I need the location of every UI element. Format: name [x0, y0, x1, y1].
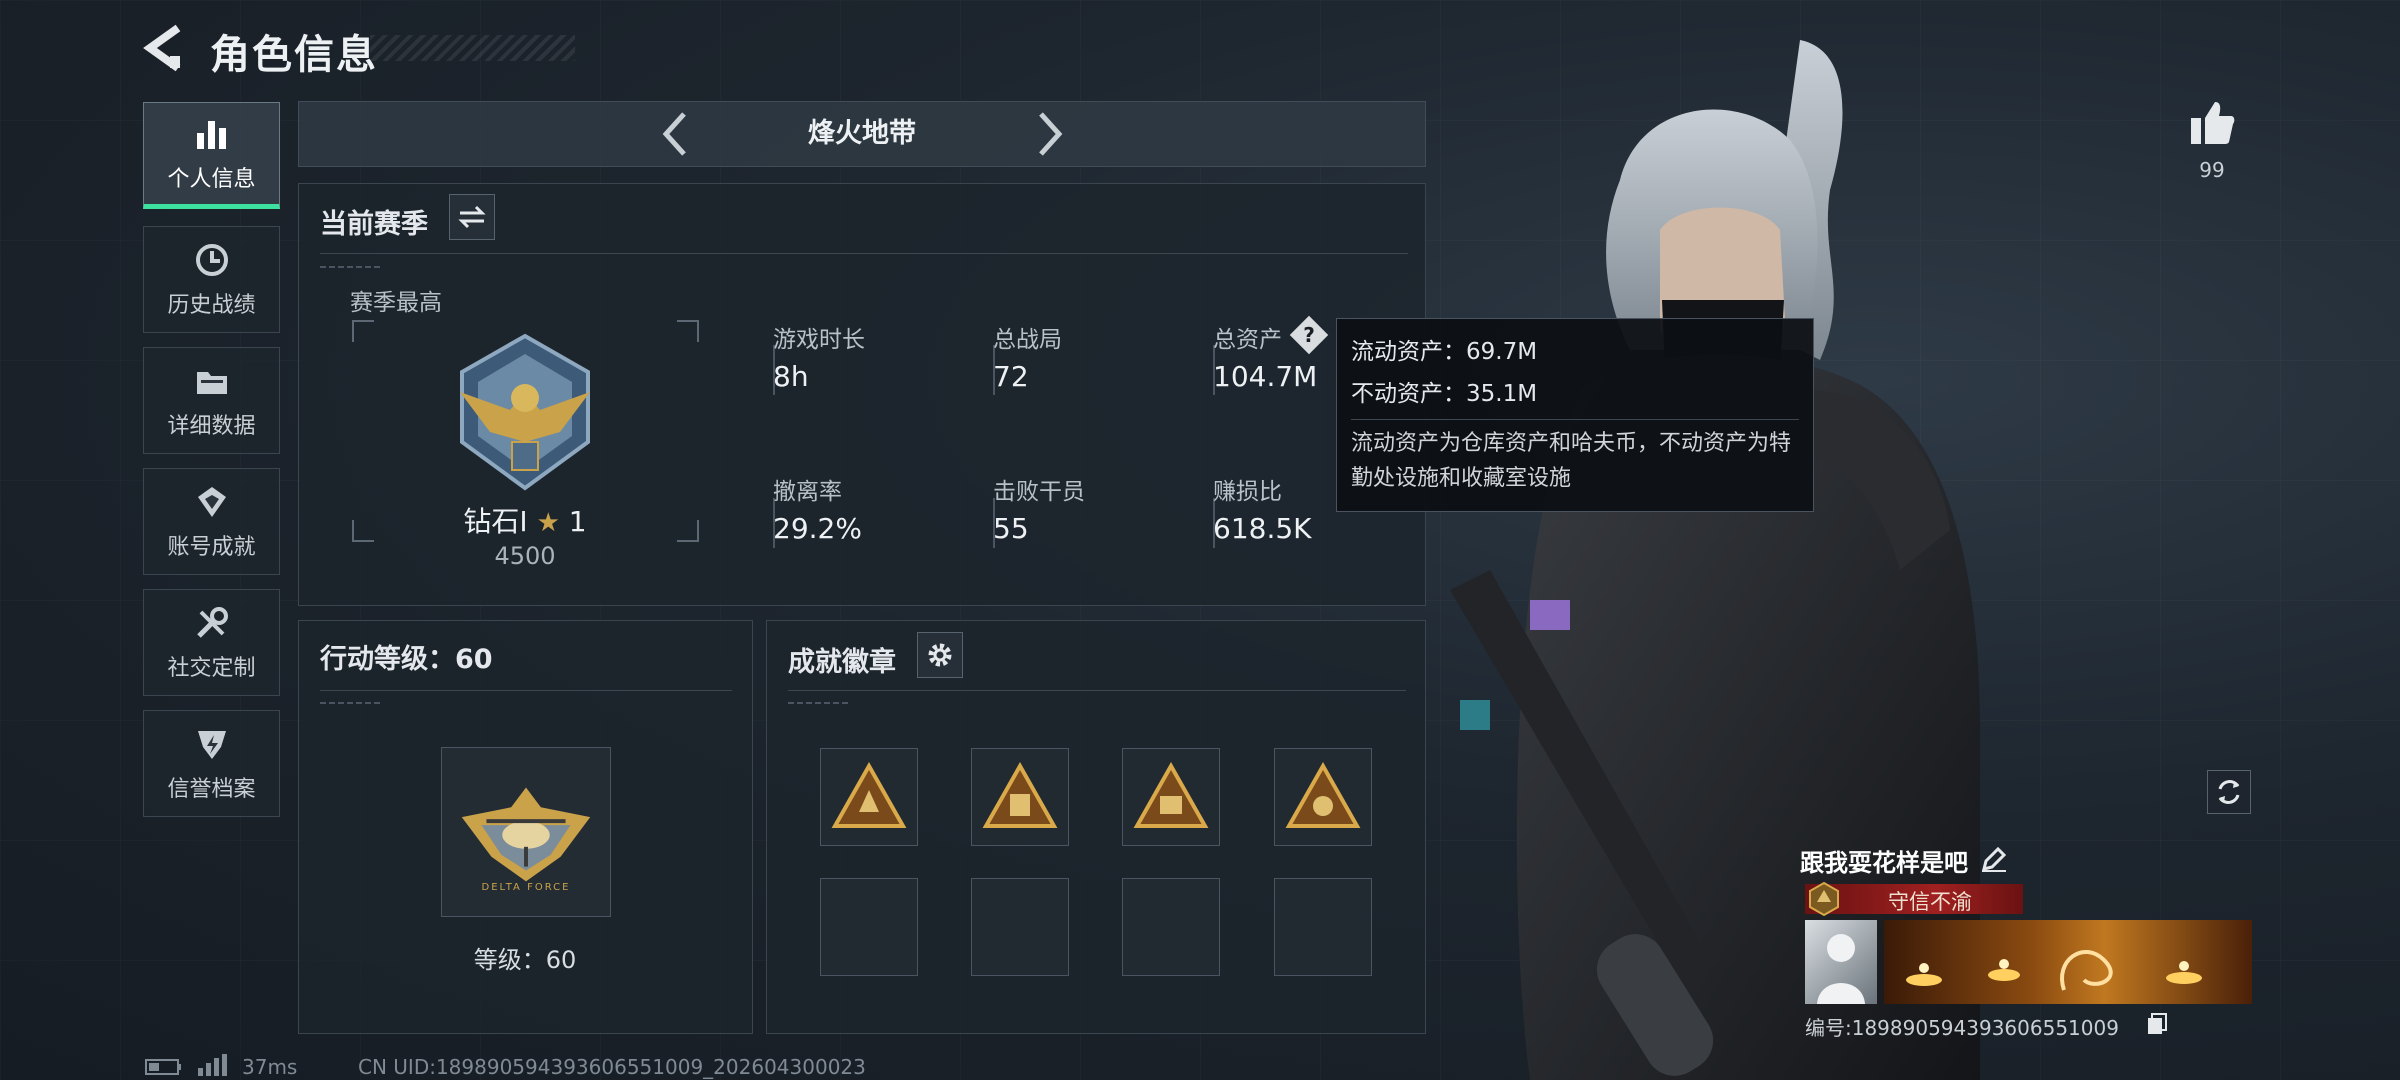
refresh-button[interactable]: [2207, 770, 2251, 814]
frame-corner: [677, 320, 699, 342]
candle-pattern-icon: [1906, 949, 2202, 991]
ping-value: 37ms: [242, 1055, 298, 1079]
stat-label: 总资产: [1213, 327, 1282, 353]
signal-icon: [198, 1054, 227, 1076]
season-switch-button[interactable]: [449, 194, 495, 240]
copy-icon[interactable]: [2146, 1012, 2168, 1036]
honor-emblem-icon: [1809, 881, 1839, 917]
bar-chart-icon: [196, 120, 226, 149]
stat-value: 618.5K: [1213, 512, 1312, 545]
achievements-settings-button[interactable]: [917, 632, 963, 678]
rank-name-row: 钻石I ★ 1: [350, 500, 700, 540]
achievement-badge-1-icon: [831, 762, 907, 828]
achievement-empty-slot[interactable]: [820, 878, 918, 976]
divider-deco: [320, 702, 380, 704]
edit-pencil-icon[interactable]: [1980, 845, 2008, 873]
action-level-text: 等级：60: [473, 946, 577, 974]
stat-value: 8h: [773, 360, 809, 393]
battery-icon: [145, 1059, 181, 1075]
sidebar-item-account-achievement[interactable]: 账号成就: [143, 468, 280, 575]
player-avatar[interactable]: [1805, 920, 1877, 1004]
season-best-label: 赛季最高: [350, 290, 442, 316]
divider-deco: [788, 702, 848, 704]
player-namecard[interactable]: [1884, 920, 2252, 1004]
achievement-badge-2-icon: [982, 762, 1058, 828]
rank-emblem-icon: [460, 333, 590, 491]
swap-icon: [458, 205, 486, 229]
stat-label: 击败干员: [993, 479, 1085, 505]
player-id: 编号:18989059439360655​1009: [1805, 1016, 2119, 1040]
achievement-badge-3-icon: [1133, 762, 1209, 828]
rank-score: 4500: [494, 542, 556, 570]
season-title: 当前赛季: [320, 209, 428, 240]
tooltip-fixed-assets: 不动资产：35.1M: [1351, 381, 1538, 407]
shield-bolt-icon: [197, 730, 226, 759]
frame-corner: [352, 320, 374, 342]
tooltip-liquid-assets: 流动资产：69.7M: [1351, 339, 1538, 365]
achievement-empty-slot[interactable]: [1274, 878, 1372, 976]
sidebar-item-personal-info[interactable]: 个人信息: [143, 102, 280, 209]
question-icon: ?: [1303, 323, 1315, 347]
thumbs-up-icon[interactable]: [2187, 98, 2237, 148]
emblem-text: DELTA FORCE: [481, 882, 571, 893]
sidebar-item-label: 历史战绩: [167, 292, 256, 318]
achievement-badge-4-icon: [1285, 762, 1361, 828]
sidebar-item-history[interactable]: 历史战绩: [143, 226, 280, 333]
achievement-badge[interactable]: [1122, 748, 1220, 846]
mode-name: 烽火地带: [808, 118, 916, 149]
achievement-badge[interactable]: [820, 748, 918, 846]
sidebar-item-label: 账号成就: [167, 534, 256, 560]
stat-label: 赚损比: [1213, 479, 1282, 505]
sidebar-item-social-custom[interactable]: 社交定制: [143, 589, 280, 696]
stat-label: 总战局: [993, 327, 1062, 353]
avatar-figure-icon: [1817, 934, 1865, 1004]
achievement-empty-slot[interactable]: [971, 878, 1069, 976]
stat-label: 游戏时长: [773, 327, 865, 353]
gear-icon: [928, 643, 952, 667]
chevron-left-icon[interactable]: [652, 108, 700, 160]
stat-value: 104.7M: [1213, 360, 1318, 393]
action-level-title: 行动等级：60: [320, 644, 493, 675]
action-level-emblem-frame: DELTA FORCE: [441, 747, 611, 917]
back-icon[interactable]: [140, 22, 188, 74]
divider: [320, 690, 732, 691]
stat-label: 撤离率: [773, 479, 842, 505]
sidebar-item-label: 详细数据: [167, 413, 256, 439]
sidebar-item-label: 社交定制: [167, 655, 256, 681]
stat-value: 29.2%: [773, 512, 862, 545]
sidebar-item-detail-data[interactable]: 详细数据: [143, 347, 280, 454]
achievement-icon: [197, 486, 226, 517]
stat-value: 72: [993, 360, 1029, 393]
wrench-icon: [196, 606, 228, 638]
sidebar-item-credit-record[interactable]: 信誉档案: [143, 710, 280, 817]
divider: [320, 253, 1408, 254]
sidebar-item-label: 个人信息: [167, 166, 256, 192]
rank-name: 钻石I: [463, 505, 528, 538]
page-title: 角色信息: [210, 32, 378, 78]
rank-stars: 1: [568, 505, 587, 538]
history-clock-icon: [195, 243, 228, 276]
likes-count: 99: [2199, 158, 2225, 182]
star-icon: ★: [536, 508, 560, 538]
uid-text: CN UID:18989059439360655​1009_2026043000…: [358, 1055, 866, 1079]
refresh-icon: [2218, 780, 2240, 804]
achievement-badge[interactable]: [971, 748, 1069, 846]
achievements-title: 成就徽章: [788, 647, 896, 678]
asset-tooltip: 流动资产：69.7M 不动资产：35.1M 流动资产为仓库资产和哈夫币，不动资产…: [1336, 318, 1814, 512]
stat-value: 55: [993, 512, 1029, 545]
honor-title: 守信不渝: [1888, 890, 1972, 914]
sidebar-item-label: 信誉档案: [167, 776, 256, 802]
achievement-empty-slot[interactable]: [1122, 878, 1220, 976]
folder-icon: [196, 371, 227, 394]
divider: [788, 690, 1406, 691]
tooltip-description: 流动资产为仓库资产和哈夫币，不动资产为特勤处设施和收藏室设施: [1351, 419, 1799, 496]
chevron-right-icon[interactable]: [1025, 108, 1073, 160]
divider-deco: [320, 266, 380, 268]
player-nickname: 跟我耍花样是吧: [1800, 849, 1968, 877]
title-decoration: [370, 35, 575, 61]
achievement-badge[interactable]: [1274, 748, 1372, 846]
